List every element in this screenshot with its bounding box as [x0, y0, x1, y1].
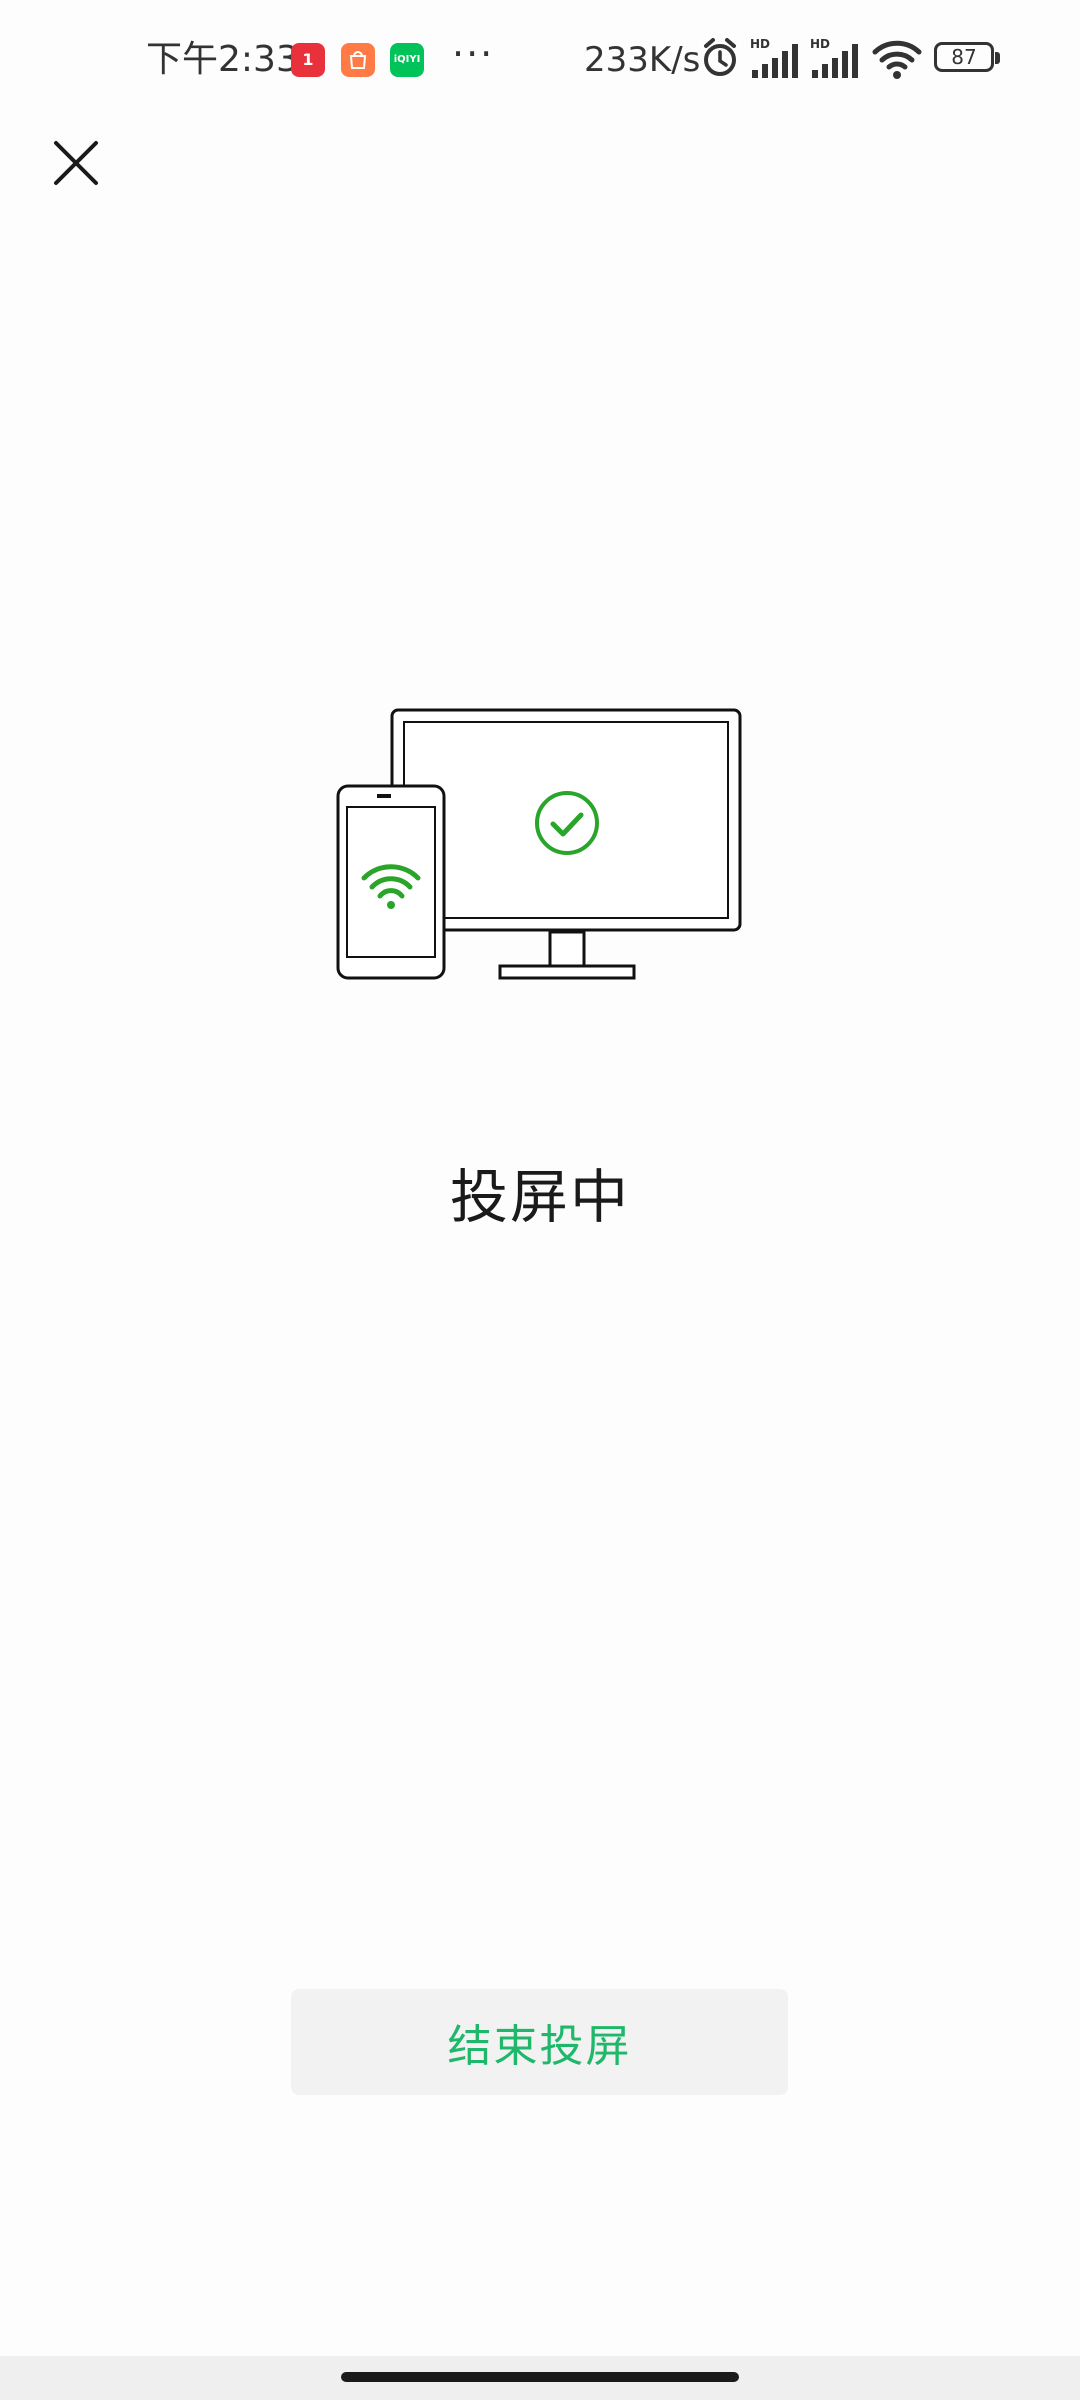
yihaodian-app-icon-label: 1	[302, 50, 314, 69]
phone-icon	[336, 784, 446, 980]
battery-cap	[995, 52, 1000, 64]
iqiyi-app-icon: iQIYI	[390, 43, 424, 77]
alarm-icon	[704, 38, 736, 76]
battery-level: 87	[951, 45, 977, 69]
close-button[interactable]	[48, 135, 104, 191]
home-indicator[interactable]	[341, 2372, 739, 2382]
hd-signal-icon: HD	[750, 37, 798, 78]
network-speed: 233K/s	[584, 40, 701, 80]
status-bar: 下午2:33 1 iQIYI ··· 233K/s HD HD 87	[0, 0, 1080, 120]
svg-text:HD: HD	[750, 37, 770, 51]
wifi-icon	[872, 40, 922, 79]
more-notifications-icon: ···	[452, 32, 495, 76]
end-casting-button[interactable]: 结束投屏	[291, 1989, 788, 2095]
screen-cast-illustration	[336, 708, 742, 980]
casting-status-label: 投屏中	[449, 1163, 630, 1231]
svg-text:HD: HD	[810, 37, 830, 51]
hd-signal-icon-2: HD	[810, 37, 858, 78]
iqiyi-app-icon-label: iQIYI	[393, 54, 421, 65]
status-time: 下午2:33	[146, 39, 299, 80]
close-icon	[54, 141, 98, 185]
shopping-bag-icon	[349, 51, 367, 69]
yihaodian-app-icon: 1	[291, 43, 325, 77]
shopping-bag-app-icon	[341, 43, 375, 77]
battery-icon: 87	[934, 42, 1000, 76]
